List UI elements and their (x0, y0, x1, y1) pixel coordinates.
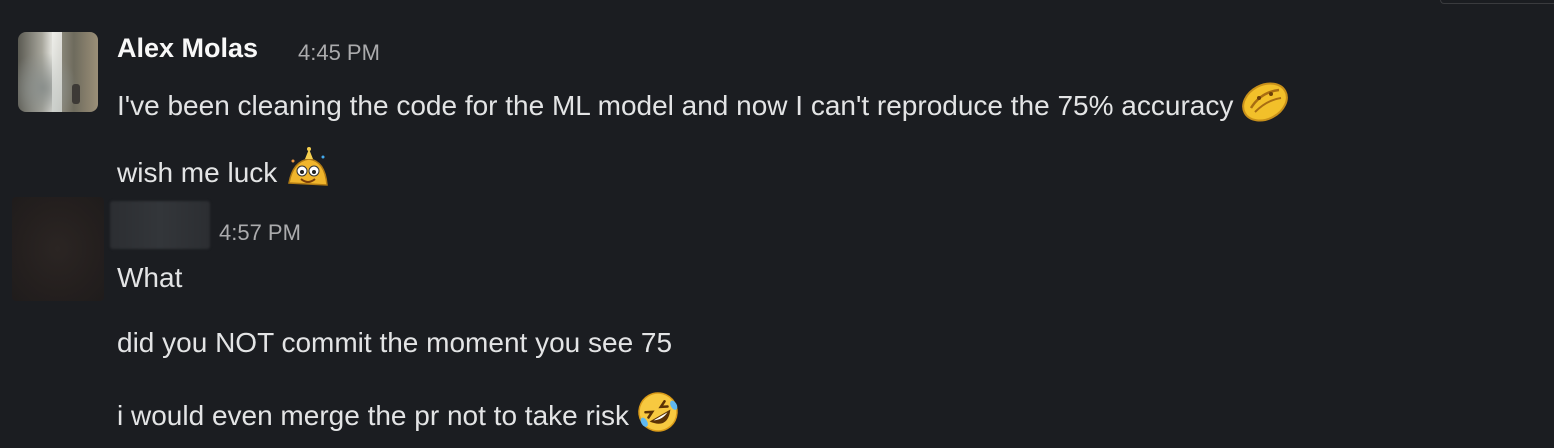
message-text: i would even merge the pr not to take ri… (117, 390, 681, 441)
message-line: i would even merge the pr not to take ri… (117, 399, 630, 431)
author-name[interactable] (110, 201, 210, 249)
pleading-oval-emoji-icon (1239, 82, 1291, 129)
message-timestamp[interactable]: 4:57 PM (219, 220, 301, 246)
avatar[interactable] (12, 197, 104, 301)
message-text: What (117, 262, 182, 294)
avatar[interactable] (18, 32, 98, 112)
party-blob-icon (283, 147, 331, 198)
message-text: wish me luck (117, 147, 331, 198)
message-line: did you NOT commit the moment you see 75 (117, 327, 673, 358)
message-line: wish me luck (117, 156, 278, 188)
author-name[interactable]: Alex Molas (117, 33, 258, 64)
panel-edge (1440, 0, 1554, 4)
message-line: I've been cleaning the code for the ML m… (117, 89, 1234, 121)
rolling-on-floor-laughing-icon (635, 390, 681, 441)
message-text: did you NOT commit the moment you see 75 (117, 327, 672, 359)
message-line: What (117, 262, 183, 293)
message-timestamp[interactable]: 4:45 PM (298, 40, 380, 66)
message-text: I've been cleaning the code for the ML m… (117, 82, 1291, 129)
